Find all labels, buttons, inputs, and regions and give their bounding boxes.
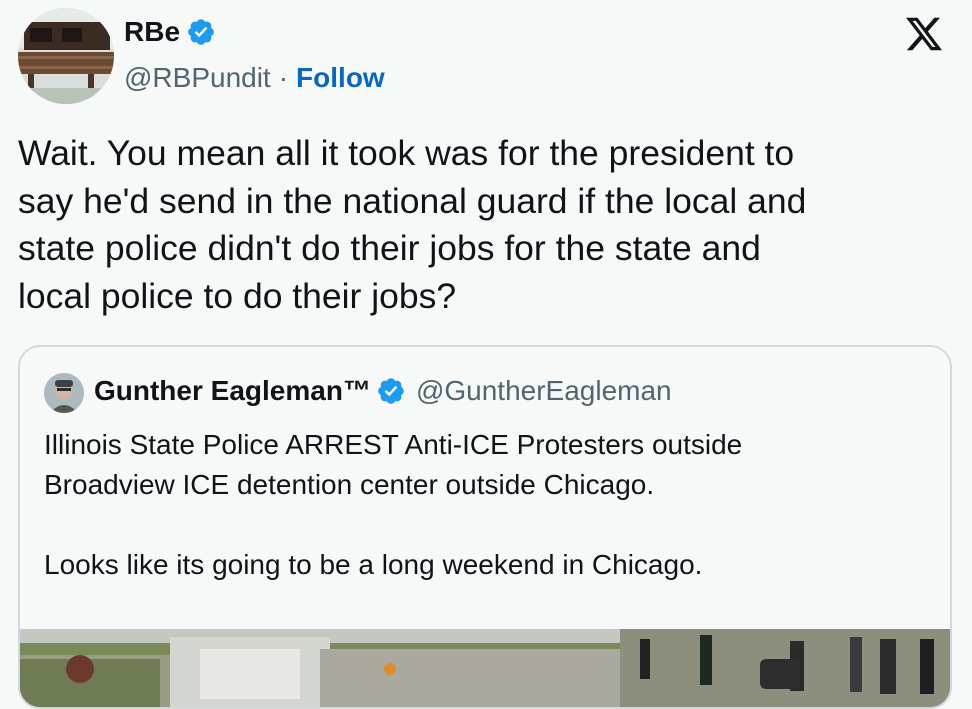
quoted-name-row: Gunther Eagleman™ @GuntherEagleman	[94, 375, 672, 407]
quoted-handle[interactable]: @GuntherEagleman	[416, 375, 672, 407]
quoted-author-avatar[interactable]	[44, 373, 84, 413]
follow-button[interactable]: Follow	[296, 62, 385, 94]
quoted-media-photo[interactable]	[20, 629, 950, 707]
author-avatar[interactable]	[18, 8, 114, 104]
photo-media	[20, 629, 950, 707]
quoted-display-name[interactable]: Gunther Eagleman™	[94, 375, 371, 407]
quoted-tweet-card[interactable]: Gunther Eagleman™ @GuntherEagleman Illin…	[18, 345, 952, 709]
avatar-image	[18, 8, 114, 104]
author-handle-row: @RBPundit · Follow	[124, 62, 385, 94]
verified-badge-icon	[188, 19, 214, 45]
quoted-avatar-image	[44, 373, 84, 413]
quoted-verified-badge-icon	[378, 378, 404, 404]
author-display-name[interactable]: RBe	[124, 16, 180, 48]
quoted-tweet-text: Illinois State Police ARREST Anti-ICE Pr…	[44, 429, 743, 580]
separator-dot: ·	[278, 62, 289, 93]
author-handle[interactable]: @RBPundit	[124, 62, 271, 94]
author-name-row: RBe	[124, 16, 216, 48]
tweet-text: Wait. You mean all it took was for the p…	[18, 133, 807, 316]
x-logo-icon[interactable]	[902, 14, 946, 54]
